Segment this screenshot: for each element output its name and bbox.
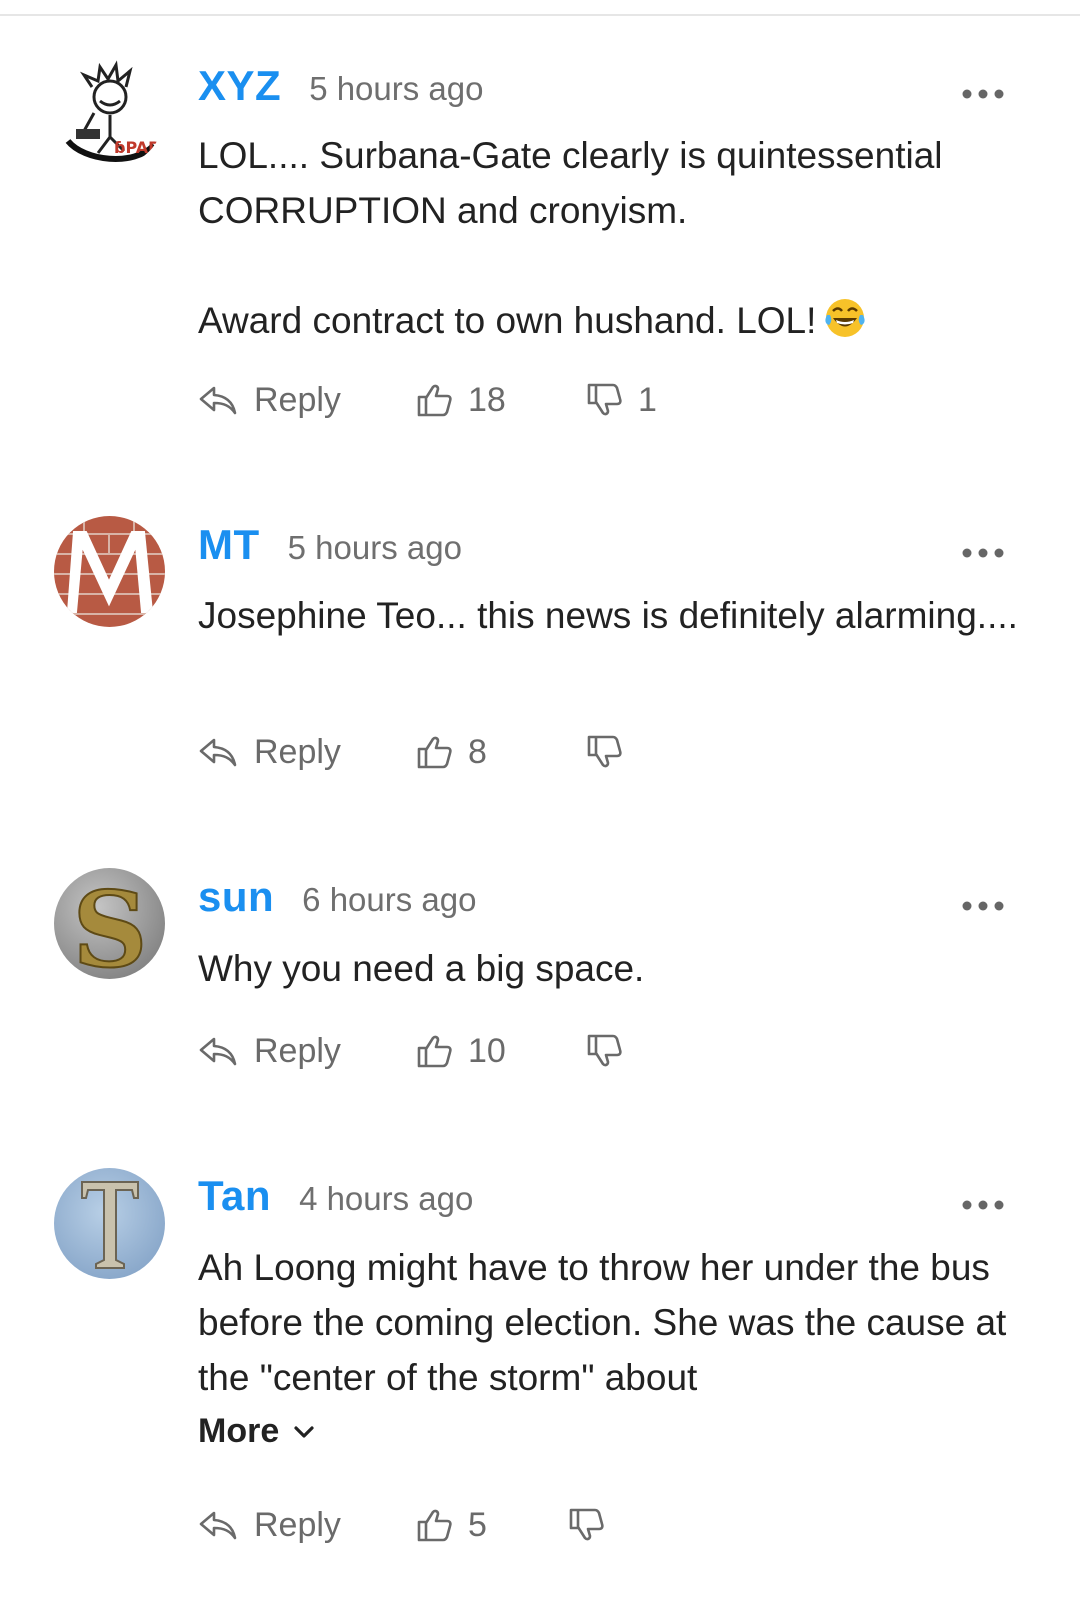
reply-label: Reply	[254, 1031, 341, 1070]
more-options-icon[interactable]	[958, 84, 1008, 104]
reply-button[interactable]: Reply	[198, 1026, 341, 1076]
thumbs-up-icon	[417, 1035, 452, 1068]
downvote-count: 1	[638, 380, 657, 419]
downvote-button[interactable]: 1	[586, 375, 657, 425]
comment-header: MT 5 hours ago	[198, 521, 462, 581]
comment-paragraph: Josephine Teo... this news is definitely…	[198, 595, 1018, 636]
reply-label: Reply	[254, 732, 341, 771]
comment-actions: Reply 5	[198, 1500, 898, 1550]
comment-actions: Reply 10	[198, 1026, 898, 1076]
upvote-button[interactable]: 5	[416, 1500, 487, 1550]
comment-body: LOL.... Surbana-Gate clearly is quintess…	[198, 128, 1018, 348]
thumbs-up-icon	[417, 736, 452, 769]
letter-s-avatar-icon: S	[54, 868, 165, 979]
show-more-button[interactable]: More	[198, 1412, 315, 1451]
reply-button[interactable]: Reply	[198, 375, 341, 425]
comment-paragraph-text: Award contract to own hushand. LOL!	[198, 300, 817, 341]
username[interactable]: MT	[198, 521, 260, 569]
comment-header: Tan 4 hours ago	[198, 1172, 473, 1232]
top-divider	[0, 14, 1080, 16]
comment-paragraph: Ah Loong might have to throw her under t…	[198, 1247, 1007, 1398]
timestamp: 6 hours ago	[302, 881, 477, 918]
thumbs-down-icon	[587, 383, 622, 416]
timestamp: 5 hours ago	[287, 529, 462, 566]
timestamp: 4 hours ago	[299, 1180, 474, 1217]
comment-body: Josephine Teo... this news is definitely…	[198, 588, 1018, 643]
calvin-sticker-avatar-icon: ɓPAP	[55, 58, 163, 166]
upvote-button[interactable]: 10	[416, 1026, 506, 1076]
upvote-button[interactable]: 8	[416, 727, 487, 777]
upvote-count: 8	[468, 732, 487, 771]
timestamp: 5 hours ago	[309, 70, 484, 107]
thumbs-down-icon	[587, 1034, 622, 1067]
thumbs-up-icon	[417, 1509, 452, 1542]
comment-paragraph: Award contract to own hushand. LOL!	[198, 293, 1018, 348]
reply-icon	[199, 738, 237, 767]
comment-body: Ah Loong might have to throw her under t…	[198, 1240, 1018, 1405]
comment-actions: Reply 8	[198, 727, 898, 777]
reply-button[interactable]: Reply	[198, 1500, 341, 1550]
avatar[interactable]	[54, 1168, 165, 1279]
comment-paragraph: Why you need a big space.	[198, 948, 645, 989]
downvote-button[interactable]	[568, 1500, 604, 1550]
comment-actions: Reply 18 1	[198, 375, 898, 425]
letter-t-avatar-icon	[54, 1168, 165, 1279]
upvote-count: 18	[468, 380, 506, 419]
thumbs-down-icon	[569, 1508, 604, 1541]
downvote-button[interactable]	[586, 727, 622, 777]
upvote-button[interactable]: 18	[416, 375, 506, 425]
downvote-button[interactable]	[586, 1026, 622, 1076]
reply-label: Reply	[254, 380, 341, 419]
reply-icon	[199, 1511, 237, 1540]
show-more-label: More	[198, 1412, 280, 1450]
comment-body: Why you need a big space.	[198, 941, 1018, 996]
upvote-count: 10	[468, 1031, 506, 1070]
thumbs-down-icon	[587, 735, 622, 768]
svg-text:ɓPAP: ɓPAP	[114, 138, 160, 157]
reply-icon	[199, 386, 237, 415]
comment-header: XYZ 5 hours ago	[198, 62, 484, 122]
thumbs-up-icon	[417, 384, 452, 417]
more-options-icon[interactable]	[958, 896, 1008, 916]
comment-paragraph: LOL.... Surbana-Gate clearly is quintess…	[198, 135, 943, 231]
letter-m-avatar-icon	[54, 516, 165, 627]
upvote-count: 5	[468, 1505, 487, 1544]
more-options-icon[interactable]	[958, 543, 1008, 563]
avatar[interactable]: ɓPAP	[54, 57, 165, 168]
more-options-icon[interactable]	[958, 1195, 1008, 1215]
svg-text:S: S	[72, 868, 147, 979]
reply-icon	[199, 1037, 237, 1066]
username[interactable]: sun	[198, 873, 274, 921]
reply-label: Reply	[254, 1505, 341, 1544]
laughing-tears-emoji-icon	[825, 299, 866, 337]
avatar[interactable]	[54, 516, 165, 627]
username[interactable]: Tan	[198, 1172, 271, 1220]
chevron-down-icon	[294, 1425, 314, 1438]
reply-button[interactable]: Reply	[198, 727, 341, 777]
comment-header: sun 6 hours ago	[198, 873, 476, 933]
username[interactable]: XYZ	[198, 62, 281, 110]
avatar[interactable]: S	[54, 868, 165, 979]
